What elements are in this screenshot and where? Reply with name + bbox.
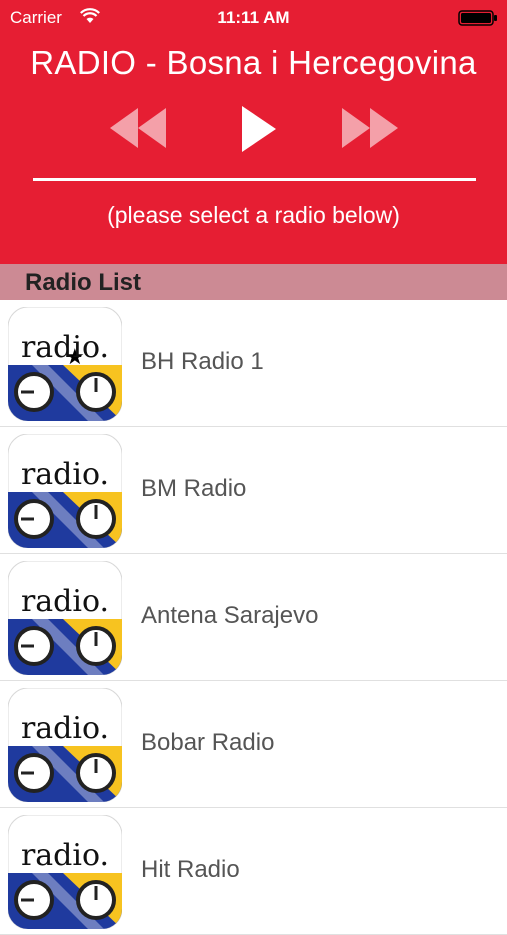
rewind-icon[interactable]	[106, 104, 170, 157]
clock: 11:11 AM	[217, 8, 290, 27]
radio-app-icon: ★ radio.	[8, 307, 122, 421]
radio-icon-text: radio.	[21, 838, 109, 873]
station-name: BH Radio 1	[141, 348, 264, 375]
station-name: Hit Radio	[141, 856, 240, 883]
list-item[interactable]: radio. BM Radio	[0, 427, 507, 554]
list-item[interactable]: ★ radio. BH Radio 1	[0, 300, 507, 427]
battery-icon	[458, 10, 498, 31]
player-header: Carrier 11:11 AM RADIO - Bosna i Hercego…	[0, 0, 507, 264]
app-title: RADIO - Bosna i Hercegovina	[30, 44, 477, 81]
list-item[interactable]: radio. Antena Sarajevo	[0, 554, 507, 681]
list-item[interactable]: radio. Bobar Radio	[0, 681, 507, 808]
station-name: Antena Sarajevo	[141, 602, 319, 629]
station-name: Bobar Radio	[141, 729, 275, 756]
radio-list: ★ radio. BH Radio 1 radio. BM Radio radi…	[0, 300, 507, 935]
radio-icon-text: radio.	[21, 330, 109, 365]
section-header: Radio List	[0, 264, 507, 300]
progress-line	[33, 178, 476, 181]
fast-forward-icon[interactable]	[338, 104, 402, 157]
radio-app-icon: radio.	[8, 561, 122, 675]
list-item[interactable]: radio. Hit Radio	[0, 808, 507, 935]
radio-app-icon: radio.	[8, 688, 122, 802]
radio-app-icon: radio.	[8, 434, 122, 548]
radio-icon-text: radio.	[21, 584, 109, 619]
play-icon[interactable]	[238, 104, 278, 159]
station-name: BM Radio	[141, 475, 247, 502]
radio-icon-text: radio.	[21, 457, 109, 492]
select-hint: (please select a radio below)	[107, 202, 400, 228]
status-bar: Carrier 11:11 AM	[0, 0, 507, 36]
radio-icon-text: radio.	[21, 711, 109, 746]
section-title: Radio List	[25, 269, 142, 296]
radio-app-icon: radio.	[8, 815, 122, 929]
